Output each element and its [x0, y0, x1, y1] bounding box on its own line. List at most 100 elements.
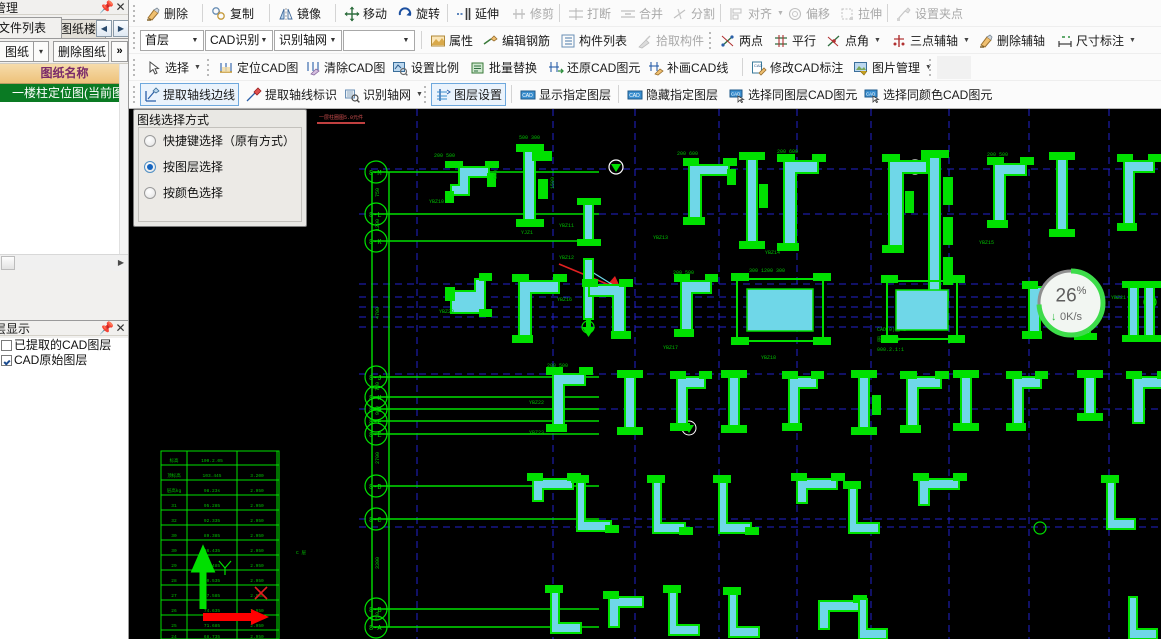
scroll-right-arrow[interactable]: ▶ — [113, 255, 128, 271]
svg-text:200 500: 200 500 — [547, 363, 568, 369]
locate-cad-drawing-button[interactable]: 定位CAD图 — [214, 56, 302, 79]
radio-by-color-selection[interactable]: 按颜色选择 — [139, 180, 301, 206]
recognize-axis-net-select[interactable]: 识别轴网 ▼ — [274, 30, 342, 51]
toolbar-grip-handle[interactable] — [133, 5, 136, 22]
delete-aux-axis-button[interactable]: 删除辅轴 — [974, 29, 1049, 52]
toolbar-overflow-button[interactable]: » — [111, 41, 128, 62]
set-grip-button[interactable]: 设置夹点 — [892, 2, 967, 25]
extract-axis-mark-label: 提取轴线标识 — [265, 88, 338, 102]
two-point-icon — [721, 34, 734, 47]
supplement-cad-line-button[interactable]: 补画CAD线 — [644, 56, 732, 79]
radio-button-selected[interactable] — [144, 161, 156, 173]
cad-recognition-select[interactable]: CAD识别 ▼ — [205, 30, 273, 51]
point-angle-button[interactable]: 点角 ▼ — [822, 29, 885, 52]
chevron-down-icon[interactable]: ▼ — [1129, 37, 1136, 44]
toolbar-grip-handle[interactable] — [929, 59, 932, 76]
batch-replace-button[interactable]: 批量替换 — [466, 56, 541, 79]
show-specified-layer-button[interactable]: CAD 显示指定图层 — [516, 83, 615, 106]
svg-text:200 500: 200 500 — [673, 270, 694, 276]
chevron-down-icon[interactable]: ▼ — [256, 31, 272, 50]
toolbar-grip-handle[interactable] — [424, 86, 427, 103]
toolbar-grip-handle[interactable] — [709, 32, 712, 49]
align-button[interactable]: 对齐 ▼ — [725, 2, 788, 25]
rotate-button[interactable]: 旋转 — [393, 2, 444, 25]
close-icon[interactable]: ✕ — [114, 321, 127, 335]
select-same-layer-cad-button[interactable]: CAD 选择同图层CAD图元 — [725, 83, 861, 106]
restore-cad-element-button[interactable]: 还原CAD图元 — [544, 56, 644, 79]
edit-rebar-button[interactable]: 编辑钢筋 — [479, 29, 554, 52]
extend-button[interactable]: 延伸 — [452, 2, 503, 25]
trim-button[interactable]: 修剪 — [507, 2, 558, 25]
close-icon[interactable]: ✕ — [114, 0, 127, 14]
split-button[interactable]: 分割 — [668, 2, 719, 25]
extract-axis-mark-button[interactable]: 提取轴线标识 — [242, 83, 341, 106]
break-button[interactable]: 打断 — [564, 2, 615, 25]
list-item[interactable]: CAD原始图层 — [0, 353, 128, 368]
blank-select[interactable]: ▼ — [343, 30, 415, 51]
merge-button[interactable]: 合并 — [616, 2, 667, 25]
radio-button[interactable] — [144, 187, 156, 199]
radio-shortcut-selection[interactable]: 快捷键选择（原有方式） — [139, 128, 301, 154]
grid-horizontal-scrollbar[interactable]: ▶ — [0, 254, 128, 271]
pin-icon[interactable]: 📌 — [99, 0, 114, 14]
chevron-down-icon[interactable]: ▼ — [874, 37, 881, 44]
tab-next-button[interactable]: ▶ — [113, 20, 128, 37]
image-management-button[interactable]: 图片管理 ▼ — [849, 56, 936, 79]
mirror-button[interactable]: 镜像 — [274, 2, 325, 25]
pin-icon[interactable]: 📌 — [99, 321, 114, 335]
list-item[interactable]: 已提取的CAD图层 — [0, 338, 128, 353]
radio-button[interactable] — [144, 135, 156, 147]
move-button[interactable]: 移动 — [340, 2, 391, 25]
chevron-down-icon[interactable]: ▼ — [194, 64, 201, 71]
tab-prev-button[interactable]: ◀ — [96, 20, 112, 37]
component-list-button[interactable]: 构件列表 — [556, 29, 631, 52]
checkbox-extracted-cad-layer[interactable] — [1, 340, 12, 351]
toolbar-grip-handle[interactable] — [133, 59, 136, 76]
toolbar-grip-handle[interactable] — [133, 86, 136, 103]
dimension-button[interactable]: 尺寸标注 ▼ — [1053, 29, 1140, 52]
chevron-down-icon[interactable]: ▼ — [325, 31, 341, 50]
stretch-button[interactable]: 拉伸 — [835, 2, 886, 25]
tab-file-list[interactable]: 文件列表 — [0, 17, 62, 38]
svg-text:750: 750 — [375, 612, 381, 621]
svg-text:30: 30 — [171, 548, 177, 554]
table-row[interactable]: 一楼柱定位图(当前图 — [0, 84, 128, 102]
modify-cad-dimension-button[interactable]: CAD 修改CAD标注 — [747, 56, 847, 79]
pick-component-button[interactable]: 拾取构件 — [633, 29, 708, 52]
three-point-aux-axis-button[interactable]: 三点辅轴 ▼ — [887, 29, 974, 52]
svg-text:8-D: 8-D — [369, 484, 382, 492]
clear-cad-drawing-button[interactable]: 清除CAD图 — [301, 56, 389, 79]
column-row-5 — [545, 585, 1158, 639]
download-progress-badge[interactable]: 26% ↓ 0K/s — [1034, 266, 1108, 340]
extract-axis-edge-button[interactable]: 提取轴线边线 — [140, 83, 240, 106]
offset-button[interactable]: 偏移 — [783, 2, 834, 25]
copy-button[interactable]: 复制 — [207, 2, 258, 25]
select-button[interactable]: 选择 ▼ — [142, 56, 205, 79]
chevron-down-icon[interactable]: ▼ — [963, 37, 970, 44]
checkbox-original-cad-layer[interactable] — [1, 355, 12, 366]
chevron-down-icon[interactable]: ▼ — [398, 31, 414, 50]
delete-button[interactable]: 删除 — [141, 2, 192, 25]
two-point-button[interactable]: 两点 — [716, 29, 767, 52]
toolbar-grip-handle[interactable] — [133, 32, 136, 49]
toolbar-grip-handle[interactable] — [207, 59, 210, 76]
scrollbar-thumb[interactable] — [1, 256, 15, 270]
add-drawing-button[interactable]: 图纸 — [0, 41, 34, 62]
select-same-color-cad-button[interactable]: CAD 选择同颜色CAD图元 — [860, 83, 996, 106]
delete-drawing-button[interactable]: 删除图纸 — [53, 41, 109, 62]
clear-cad-drawing-label: 清除CAD图 — [324, 61, 386, 75]
scrollbar-track[interactable] — [0, 255, 113, 270]
chevron-down-icon[interactable]: ▼ — [187, 31, 203, 50]
properties-button[interactable]: 属性 — [426, 29, 477, 52]
extend-label: 延伸 — [475, 7, 500, 21]
chevron-down-icon[interactable]: ▼ — [416, 91, 423, 98]
parallel-button[interactable]: 平行 — [769, 29, 820, 52]
set-scale-button[interactable]: 设置比例 — [388, 56, 463, 79]
add-drawing-dropdown-arrow[interactable]: ▾ — [34, 41, 49, 62]
layer-settings-button[interactable]: 图层设置 — [431, 83, 507, 106]
floor-select[interactable]: 首层 ▼ — [140, 30, 204, 51]
grid-vertical-scrollbar[interactable] — [119, 64, 128, 254]
radio-by-layer-selection[interactable]: 按图层选择 — [139, 154, 301, 180]
hide-specified-layer-button[interactable]: CAD 隐藏指定图层 — [623, 83, 722, 106]
recognize-axis-net-button[interactable]: 识别轴网 ▼ — [340, 83, 427, 106]
